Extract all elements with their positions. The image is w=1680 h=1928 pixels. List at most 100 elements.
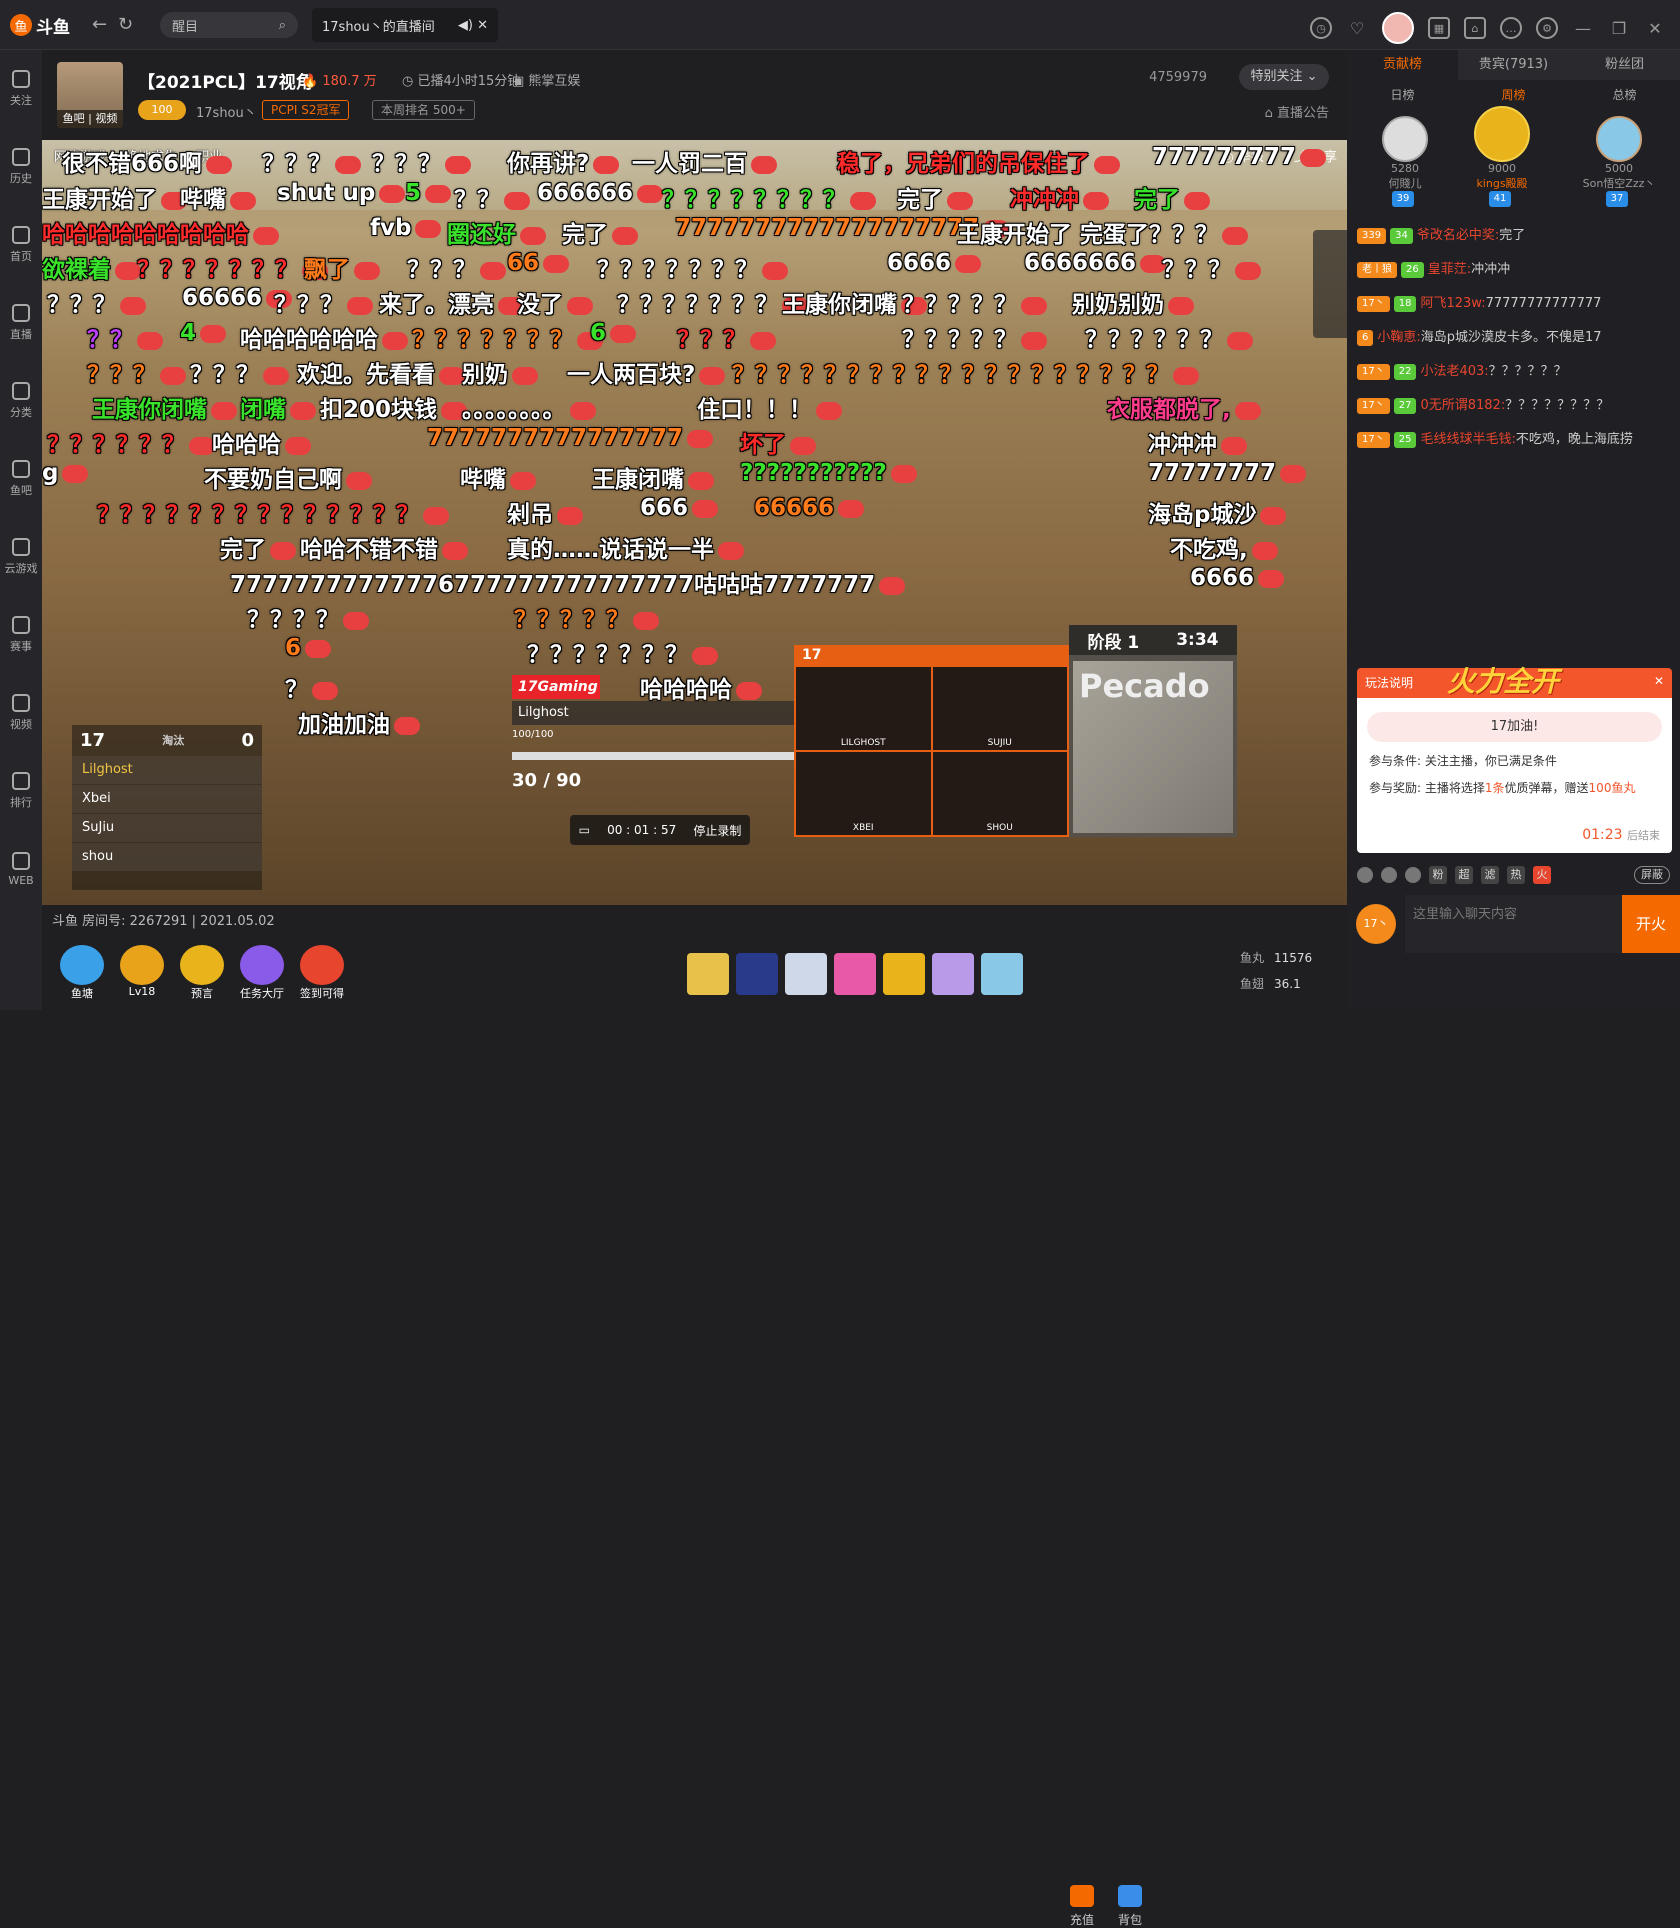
close-fire-icon[interactable]: ✕ [1654, 674, 1664, 692]
chat-fan-badge[interactable]: 25 [1393, 431, 1417, 448]
chat-username[interactable]: 阿飞123w: [1420, 296, 1485, 311]
quick-entry-3[interactable]: 任务大厅 [234, 945, 290, 1001]
leftnav-item-2[interactable]: 首页 [0, 206, 42, 284]
back-icon[interactable]: ← [92, 14, 107, 35]
settings-icon[interactable]: ⚙ [1536, 17, 1558, 39]
fire-danmaku-preview[interactable]: 17加油! [1367, 712, 1662, 742]
bag-button[interactable]: 背包 [1110, 1885, 1150, 1928]
leftnav-item-6[interactable]: 云游戏 [0, 518, 42, 596]
emoji-icon[interactable] [1357, 867, 1373, 883]
rank-1-avatar[interactable] [1474, 106, 1530, 162]
gift-item-6[interactable] [981, 953, 1023, 995]
search-icon[interactable]: ⌕ [279, 18, 286, 33]
message-icon[interactable]: … [1500, 17, 1522, 39]
gift-item-3[interactable] [834, 953, 876, 995]
avatar-label[interactable]: 鱼吧 | 视频 [57, 110, 123, 128]
chat-level-badge[interactable]: 17丶 [1357, 295, 1390, 312]
tab-audio-icon[interactable]: ◀) ✕ [458, 18, 488, 33]
send-button[interactable]: 开火 [1622, 895, 1680, 953]
gift-item-2[interactable] [785, 953, 827, 995]
rank-2-avatar[interactable] [1382, 116, 1428, 162]
leftnav-item-4[interactable]: 分类 [0, 362, 42, 440]
chat-username[interactable]: 0无所谓8182: [1420, 398, 1505, 413]
tab-weekly[interactable]: 周榜 [1501, 86, 1525, 103]
chat-username[interactable]: 毛线线球半毛钱: [1420, 432, 1515, 447]
anchor-name[interactable]: 17shou丶 [196, 102, 257, 121]
leftnav-item-3[interactable]: 直播 [0, 284, 42, 362]
tab-contribution[interactable]: 贡献榜 [1347, 50, 1458, 80]
chat-filter-2[interactable]: 滤 [1481, 866, 1499, 884]
chat-username[interactable]: 爷改名必中奖: [1417, 228, 1499, 243]
user-avatar[interactable] [1382, 12, 1414, 44]
category-text[interactable]: 熊掌互娱 [528, 74, 580, 89]
refresh-icon[interactable]: ↻ [118, 14, 133, 35]
notice-link[interactable]: ⌂ 直播公告 [1265, 102, 1329, 121]
category-link[interactable]: ▣ 熊掌互娱 [512, 70, 580, 89]
chat-fan-badge[interactable]: 18 [1393, 295, 1417, 312]
chat-username[interactable]: 皇菲茳: [1428, 262, 1471, 277]
calendar-icon[interactable]: ▦ [1428, 17, 1450, 39]
rank-2[interactable]: 5280 何賤儿 39 [1375, 116, 1435, 207]
anchor-avatar[interactable]: 鱼吧 | 视频 [57, 62, 123, 128]
chat-fan-badge[interactable]: 27 [1393, 397, 1417, 414]
leftnav-item-10[interactable]: WEB [0, 830, 42, 908]
weekly-rank[interactable]: 本周排名 500+ [372, 100, 475, 120]
honor-badge[interactable]: PCPI S2冠军 [262, 100, 350, 120]
chat-level-badge[interactable]: 339 [1357, 227, 1387, 244]
chat-filter-3[interactable]: 热 [1507, 866, 1525, 884]
chat-fan-badge[interactable]: 34 [1390, 227, 1413, 244]
restore-icon[interactable]: ❐ [1608, 17, 1630, 39]
leftnav-item-0[interactable]: 关注 [0, 50, 42, 128]
leftnav-item-9[interactable]: 排行 [0, 752, 42, 830]
notice-text[interactable]: 直播公告 [1277, 106, 1329, 121]
rank-1[interactable]: 9000 kings殿殿 41 [1467, 106, 1537, 207]
gift-item-4[interactable] [883, 953, 925, 995]
quick-entry-0[interactable]: 鱼塘 [54, 945, 110, 1001]
chat-level-badge[interactable]: 17丶 [1357, 397, 1390, 414]
search-input[interactable]: 醒目 ⌕ [160, 12, 298, 38]
chat-level-badge[interactable]: 17丶 [1357, 363, 1390, 380]
heart-icon[interactable]: ♡ [1346, 17, 1368, 39]
speaker-icon[interactable] [1381, 867, 1397, 883]
leftnav-item-5[interactable]: 鱼吧 [0, 440, 42, 518]
history-icon[interactable]: ◷ [1310, 17, 1332, 39]
tab-fans[interactable]: 粉丝团 [1569, 50, 1680, 80]
quick-entry-1[interactable]: Lv18 [114, 945, 170, 998]
gift-item-0[interactable] [687, 953, 729, 995]
shield-toggle[interactable]: 屏蔽 [1634, 866, 1670, 884]
chat-fan-badge[interactable]: 22 [1393, 363, 1417, 380]
tab-total[interactable]: 总榜 [1612, 86, 1636, 103]
close-icon[interactable]: ✕ [1644, 17, 1666, 39]
chat-filter-4[interactable]: 火 [1533, 866, 1551, 884]
leftnav-item-1[interactable]: 历史 [0, 128, 42, 206]
quick-entry-4[interactable]: 签到可得 [294, 945, 350, 1001]
chat-username[interactable]: 小鞠恵: [1377, 330, 1420, 345]
recharge-button[interactable]: 充值 [1062, 1885, 1102, 1928]
stop-record-button[interactable]: 停止录制 [693, 822, 741, 839]
douyu-logo[interactable]: 鱼斗鱼 [10, 12, 78, 38]
gift-item-5[interactable] [932, 953, 974, 995]
rules-link[interactable]: 玩法说明 [1365, 674, 1413, 692]
chat-level-badge[interactable]: 6 [1357, 329, 1374, 346]
tab-vip[interactable]: 贵宾(7913) [1458, 50, 1569, 80]
shirt-icon[interactable]: ⌂ [1464, 17, 1486, 39]
video-player[interactable]: 网络游戏 > 绝地求生 > 职业 ◎ 举报⤴ 分享 17淘汰0 Lilghost… [42, 140, 1347, 905]
chat-filter-0[interactable]: 粉 [1429, 866, 1447, 884]
follow-button[interactable]: 特别关注 ⌄ [1239, 64, 1329, 90]
gift-item-1[interactable] [736, 953, 778, 995]
rank-3[interactable]: 5000 Son悟空Zzz丶 37 [1579, 116, 1659, 207]
quick-entry-2[interactable]: 预言 [174, 945, 230, 1001]
video-side-tools[interactable] [1313, 230, 1347, 338]
minimize-icon[interactable]: — [1572, 17, 1594, 39]
leftnav-item-8[interactable]: 视频 [0, 674, 42, 752]
leftnav-item-7[interactable]: 赛事 [0, 596, 42, 674]
chat-fan-badge[interactable]: 26 [1401, 261, 1424, 278]
chat-input[interactable]: 这里输入聊天内容 [1405, 895, 1622, 953]
chat-filter-1[interactable]: 超 [1455, 866, 1473, 884]
chat-username[interactable]: 小法老403: [1420, 364, 1488, 379]
tab-live-room[interactable]: 17shou丶的直播间 ◀) ✕ [312, 8, 498, 42]
crown-icon[interactable] [1405, 867, 1421, 883]
record-control[interactable]: ▭ 00 : 01 : 57 停止录制 [570, 815, 750, 845]
chat-level-badge[interactable]: 17丶 [1357, 431, 1390, 448]
chat-level-badge[interactable]: 老丨狼 [1357, 261, 1397, 278]
